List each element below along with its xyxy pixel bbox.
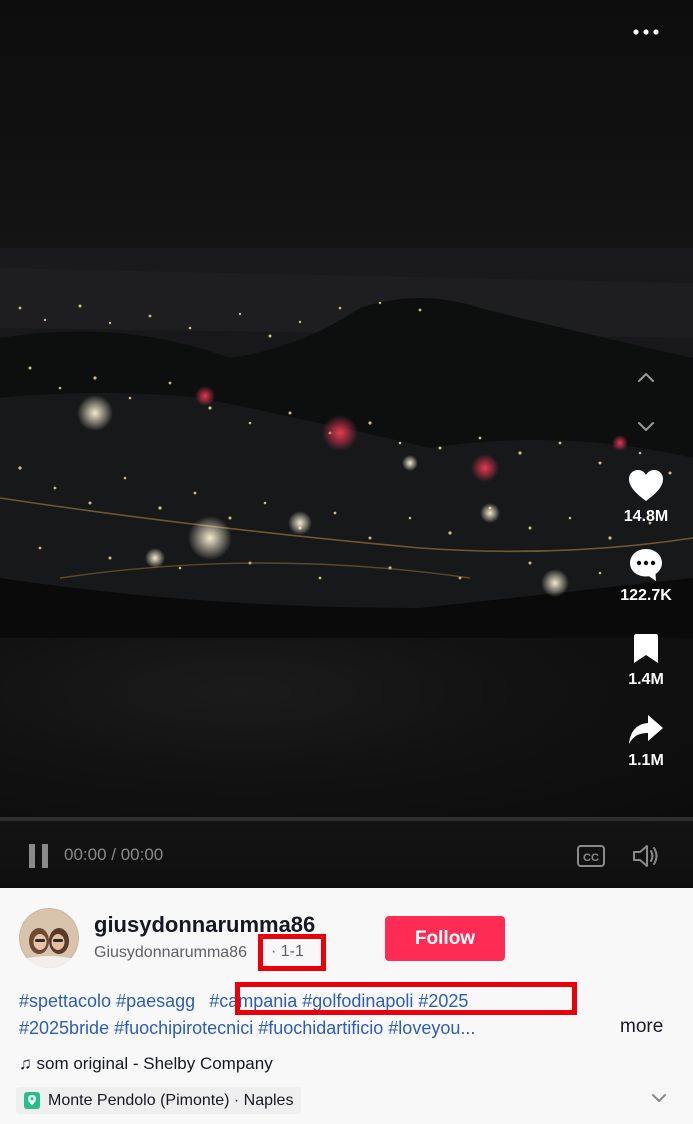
hashtag[interactable]: #paesagg bbox=[116, 991, 195, 1011]
save-button[interactable] bbox=[626, 630, 666, 668]
hashtag[interactable]: #spettacolo bbox=[19, 991, 111, 1011]
pause-icon bbox=[29, 844, 48, 868]
hashtag[interactable]: #fuochipirotecnici bbox=[114, 1018, 253, 1038]
hashtag[interactable]: #2025bride bbox=[19, 1018, 109, 1038]
chevron-down-icon bbox=[652, 1094, 666, 1102]
more-horizontal-icon bbox=[633, 29, 659, 35]
bookmark-icon bbox=[634, 634, 658, 663]
like-button[interactable] bbox=[626, 467, 666, 505]
post-date: · 1-1 bbox=[271, 943, 304, 960]
location-text: Monte Pendolo (Pimonte) · Naples bbox=[48, 1092, 294, 1109]
previous-video-button[interactable] bbox=[626, 362, 666, 392]
share-arrow-icon bbox=[629, 715, 663, 744]
like-action: 14.8M bbox=[606, 467, 686, 527]
avatar[interactable] bbox=[19, 908, 79, 968]
author-nickname[interactable]: Giusydonnarumma86 bbox=[94, 944, 264, 962]
svg-text:CC: CC bbox=[583, 852, 599, 864]
video-player[interactable]: 14.8M 122.7K 1.4M 1.1M 00:00 / 00:00 CC bbox=[0, 0, 693, 888]
fireworks-city-night-image bbox=[0, 248, 693, 638]
hashtag[interactable]: #2025 bbox=[418, 991, 468, 1011]
heart-icon bbox=[629, 470, 663, 501]
like-count: 14.8M bbox=[623, 508, 669, 525]
post-date-highlight: · 1-1 bbox=[258, 934, 326, 971]
captions-button[interactable]: CC bbox=[576, 843, 606, 869]
more-description-button[interactable]: more bbox=[620, 1016, 663, 1038]
volume-button[interactable] bbox=[631, 842, 661, 870]
video-controls: 00:00 / 00:00 CC bbox=[0, 821, 693, 888]
save-action: 1.4M bbox=[606, 630, 686, 690]
more-options-button[interactable] bbox=[626, 18, 666, 46]
video-letterbox-bottom bbox=[0, 638, 693, 818]
pause-button[interactable] bbox=[27, 843, 51, 869]
video-info-panel: giusydonnarumma86 Giusydonnarumma86 · 1-… bbox=[0, 888, 693, 1124]
comment-count: 122.7K bbox=[620, 587, 672, 604]
chevron-up-icon bbox=[638, 373, 654, 382]
time-display: 00:00 / 00:00 bbox=[64, 845, 164, 864]
location-chip[interactable]: Monte Pendolo (Pimonte) · Naples bbox=[16, 1087, 302, 1114]
video-frame[interactable] bbox=[0, 248, 693, 638]
hashtag[interactable]: #loveyou... bbox=[388, 1018, 475, 1038]
video-description: #spettacolo #paesagg #campania #golfodin… bbox=[19, 988, 589, 1042]
closed-captions-icon: CC bbox=[577, 845, 605, 867]
hashtag[interactable]: #campania bbox=[209, 991, 297, 1011]
share-count: 1.1M bbox=[628, 752, 664, 769]
expand-button[interactable] bbox=[648, 1088, 670, 1108]
description-line-2: #2025bride #fuochipirotecnici #fuochidar… bbox=[19, 1015, 589, 1042]
music-title: som original - Shelby Company bbox=[36, 1054, 273, 1073]
chevron-down-icon bbox=[638, 422, 654, 431]
description-line-1: #spettacolo #paesagg #campania #golfodin… bbox=[19, 988, 589, 1015]
follow-button[interactable]: Follow bbox=[385, 916, 505, 961]
next-video-button[interactable] bbox=[626, 412, 666, 442]
share-action: 1.1M bbox=[606, 711, 686, 771]
speaker-icon bbox=[633, 845, 658, 867]
comment-action: 122.7K bbox=[606, 546, 686, 606]
hashtag[interactable]: #golfodinapoli bbox=[302, 991, 413, 1011]
music-link[interactable]: ♫ som original - Shelby Company bbox=[19, 1054, 273, 1074]
location-pin-icon bbox=[24, 1092, 40, 1109]
music-note-icon: ♫ bbox=[19, 1054, 32, 1073]
share-button[interactable] bbox=[626, 711, 666, 749]
comment-button[interactable] bbox=[626, 546, 666, 584]
avatar-image bbox=[19, 908, 79, 968]
save-count: 1.4M bbox=[628, 671, 664, 688]
comment-icon bbox=[630, 549, 662, 581]
video-letterbox-top bbox=[0, 0, 693, 248]
hashtag[interactable]: #fuochidartificio bbox=[258, 1018, 383, 1038]
